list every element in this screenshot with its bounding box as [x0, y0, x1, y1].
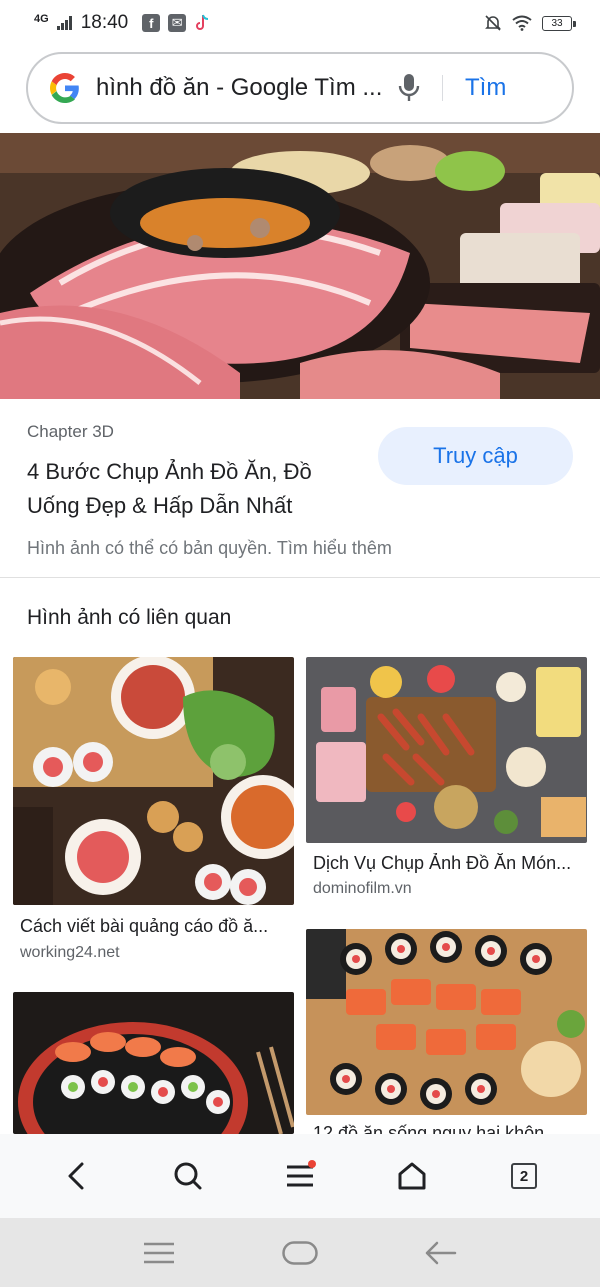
- result-source: Chapter 3D: [27, 422, 114, 441]
- system-home-icon[interactable]: [282, 1240, 318, 1265]
- home-button[interactable]: [384, 1148, 440, 1204]
- tabs-button[interactable]: 2: [496, 1148, 552, 1204]
- search-nav-button[interactable]: [160, 1148, 216, 1204]
- hero-image[interactable]: [0, 133, 600, 399]
- tiktok-icon: [196, 14, 209, 30]
- related-image-domain: working24.net: [20, 944, 120, 961]
- search-query[interactable]: hình đồ ăn - Google Tìm ...: [96, 74, 386, 102]
- system-nav-bar: [0, 1218, 600, 1287]
- battery-level: 33: [551, 17, 563, 29]
- search-button[interactable]: Tìm: [465, 74, 506, 102]
- section-divider: [0, 577, 600, 578]
- menu-button[interactable]: [272, 1148, 328, 1204]
- related-image-caption[interactable]: Dịch Vụ Chụp Ảnh Đồ Ăn Món...: [313, 853, 583, 874]
- notification-dot: [308, 1160, 316, 1168]
- network-type: 4G: [34, 12, 49, 25]
- search-icon: [174, 1162, 202, 1190]
- mail-icon: ✉: [168, 14, 187, 32]
- mic-icon[interactable]: [394, 71, 424, 105]
- chevron-left-icon: [68, 1162, 84, 1190]
- result-title[interactable]: 4 Bước Chụp Ảnh Đồ Ăn, Đồ Uống Đẹp & Hấp…: [27, 455, 367, 523]
- signal-icon: [56, 16, 72, 30]
- back-button[interactable]: [48, 1148, 104, 1204]
- system-back-icon[interactable]: [425, 1241, 457, 1265]
- related-image[interactable]: [13, 992, 294, 1134]
- related-image-card[interactable]: Cách viết bài quảng cáo đồ ă... working2…: [13, 657, 294, 967]
- wifi-icon: [512, 15, 532, 31]
- related-image-domain: dominofilm.vn: [313, 880, 412, 897]
- mute-bell-icon: [485, 15, 501, 31]
- related-image[interactable]: [306, 929, 587, 1115]
- related-image-card[interactable]: [13, 992, 294, 1134]
- related-images-heading: Hình ảnh có liên quan: [27, 606, 232, 629]
- related-image-caption[interactable]: Cách viết bài quảng cáo đồ ă...: [20, 916, 290, 937]
- related-image-card[interactable]: Dịch Vụ Chụp Ảnh Đồ Ăn Món... dominofilm…: [306, 657, 587, 917]
- battery-icon: 33: [542, 15, 576, 31]
- facebook-icon: f: [142, 14, 161, 32]
- home-icon: [398, 1162, 426, 1190]
- visit-button[interactable]: Truy cập: [378, 427, 573, 485]
- search-divider: [442, 75, 443, 101]
- tab-count-icon: 2: [511, 1163, 537, 1189]
- related-image[interactable]: [306, 657, 587, 843]
- clock: 18:40: [80, 12, 129, 33]
- browser-bottom-nav: 2: [0, 1134, 600, 1218]
- recents-menu-icon[interactable]: [143, 1242, 175, 1264]
- related-image[interactable]: [13, 657, 294, 905]
- copyright-notice[interactable]: Hình ảnh có thể có bản quyền. Tìm hiểu t…: [27, 538, 392, 559]
- google-logo-icon: [50, 73, 79, 103]
- search-bar[interactable]: hình đồ ăn - Google Tìm ... Tìm: [26, 52, 574, 124]
- related-image-card[interactable]: 12 đồ ăn sống nguy hại khôn...: [306, 929, 587, 1143]
- status-bar: 4G 18:40 f ✉ 33: [0, 0, 600, 46]
